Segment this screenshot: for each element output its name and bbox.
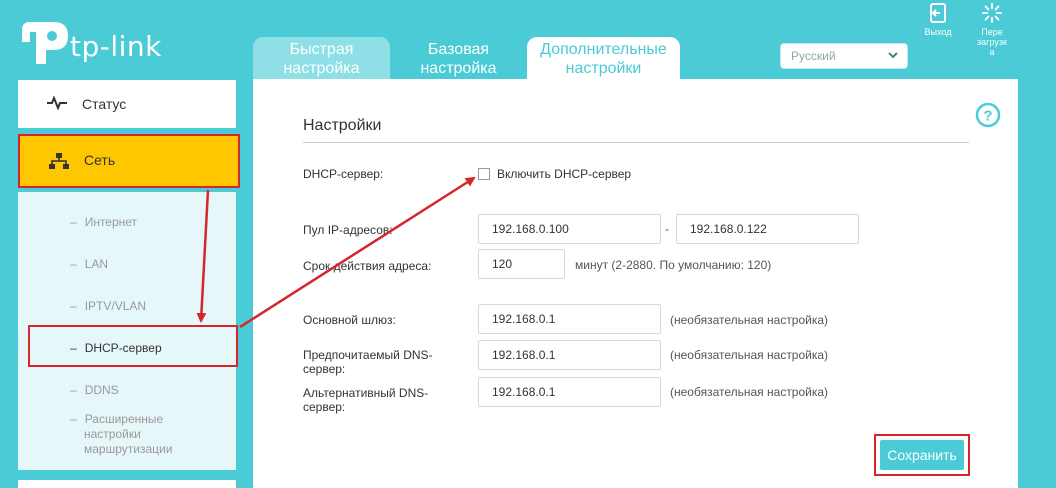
reboot-label: Пере [981,27,1003,37]
sidebar-subitem-label: LAN [84,257,109,271]
reboot-icon [982,3,1002,23]
bullet-dash: – [70,412,77,426]
reboot-label: загрузк [977,37,1007,47]
primary-dns-label-line: Предпочитаемый DNS- [303,348,433,362]
section-title: Настройки [303,117,382,134]
chevron-down-icon [888,52,898,59]
pulse-icon [47,96,67,110]
tab-label: настройки [565,60,642,77]
brand-name: tp-link [70,30,162,63]
tab-label: настройка [420,60,497,77]
sidebar-subitem-label: маршрутизации [84,442,173,456]
tab-label: Дополнительные [540,41,667,58]
language-value: Русский [791,49,836,63]
logout-label: Выход [924,27,952,37]
tab-label: Базовая [427,41,490,58]
secondary-dns-label-line: Альтернативный DNS- [303,386,429,400]
tab-advanced-setup[interactable]: Дополнительные настройки [527,37,680,79]
reboot-button[interactable]: Пере загрузк а [972,2,1012,57]
language-select[interactable]: Русский [780,43,908,69]
bullet-dash: – [70,215,77,229]
gateway-optional-note: (необязательная настройка) [670,313,829,327]
ip-pool-end-input[interactable]: 192.168.0.122 [676,214,859,244]
sidebar-item-label: Сеть [84,152,116,168]
dhcp-server-label: DHCP-сервер: [303,167,384,181]
tab-quick-setup[interactable]: Быстрая настройка [253,37,390,79]
lease-time-note: минут (2-2880. По умолчанию: 120) [575,258,772,272]
tab-label: Быстрая [289,41,354,58]
network-icon [49,153,69,169]
save-button[interactable]: Сохранить [880,440,964,470]
lease-time-input[interactable]: 120 [478,249,565,279]
sidebar-item-status[interactable]: Статус [18,80,236,128]
sidebar-subitem-internet[interactable]: – Интернет [70,215,137,230]
secondary-dns-label-line: сервер: [303,400,346,414]
sidebar-subitem-lan[interactable]: – LAN [70,257,108,272]
primary-dns-optional-note: (необязательная настройка) [670,348,829,362]
ip-pool-label: Пул IP-адресов: [303,223,393,237]
sidebar-subitem-label: DDNS [84,383,119,397]
sidebar-subitem-label: Интернет [84,215,138,229]
settings-panel [253,79,1018,488]
gateway-input[interactable]: 192.168.0.1 [478,304,661,334]
logout-icon [930,3,946,23]
primary-dns-label: Предпочитаемый DNS- сервер: [303,348,433,376]
tab-label: настройка [283,60,360,77]
primary-dns-label-line: сервер: [303,362,346,376]
sidebar-subitem-label: настройки [84,427,141,441]
reboot-label: а [989,47,995,57]
enable-dhcp-label[interactable]: Включить DHCP-сервер [497,167,631,181]
sidebar-item-label: Статус [82,96,127,112]
sidebar-subitem-iptv-vlan[interactable]: – IPTV/VLAN [70,299,146,314]
lease-time-label: Срок действия адреса: [303,259,432,273]
primary-dns-input[interactable]: 192.168.0.1 [478,340,661,370]
ip-pool-start-input[interactable]: 192.168.0.100 [478,214,661,244]
ip-pool-separator: - [665,222,669,236]
tab-basic-setup[interactable]: Базовая настройка [390,37,527,79]
secondary-dns-optional-note: (необязательная настройка) [670,385,829,399]
section-divider [303,142,969,143]
sidebar-item-network[interactable]: Сеть [18,134,240,188]
secondary-dns-label: Альтернативный DNS- сервер: [303,386,428,414]
sidebar-item-next[interactable] [18,480,236,488]
enable-dhcp-checkbox[interactable] [478,168,490,180]
svg-text:?: ? [983,108,992,125]
sidebar-subitem-ddns[interactable]: – DDNS [70,383,119,398]
bullet-dash: – [70,383,77,397]
secondary-dns-input[interactable]: 192.168.0.1 [478,377,661,407]
bullet-dash: – [70,299,77,313]
highlight-frame-save: Сохранить [874,434,970,476]
bullet-dash: – [70,257,77,271]
highlight-frame-dhcp [28,325,238,367]
gateway-label: Основной шлюз: [303,313,396,327]
sidebar-subitem-label: IPTV/VLAN [84,299,147,313]
help-icon[interactable]: ? [975,102,1001,128]
sidebar-subitem-label: Расширенные [84,412,164,426]
logout-button[interactable]: Выход [918,2,958,37]
sidebar-subitem-advanced-routing[interactable]: – Расширенные настройки маршрутизации [70,412,172,457]
